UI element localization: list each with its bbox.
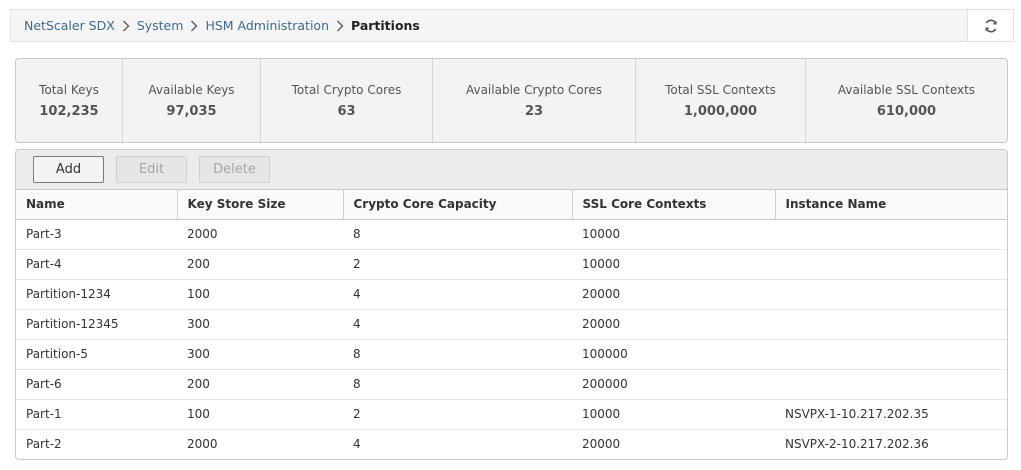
breadcrumb-hsm-administration[interactable]: HSM Administration: [205, 18, 329, 33]
cell-instance-name: [775, 219, 1007, 250]
stat-label: Total Crypto Cores: [291, 82, 402, 97]
cell-name: Part-2: [26, 437, 62, 452]
breadcrumb-current-page: Partitions: [351, 18, 420, 33]
table-header-row: Name Key Store Size Crypto Core Capacity…: [16, 190, 1007, 220]
stat-total-crypto-cores: Total Crypto Cores 63: [261, 59, 433, 142]
breadcrumb-bar: NetScaler SDX System HSM Administration …: [10, 9, 1014, 42]
stat-label: Available SSL Contexts: [837, 82, 976, 97]
partitions-grid: Add Edit Delete Name Key Store Size Cryp…: [15, 149, 1008, 460]
add-button[interactable]: Add: [33, 156, 104, 183]
cell-ssl-core-contexts: 20000: [582, 437, 621, 452]
breadcrumb-netscaler-sdx[interactable]: NetScaler SDX: [24, 18, 115, 33]
cell-name: Part-1: [16, 399, 177, 430]
stat-label: Total SSL Contexts: [665, 82, 776, 97]
stat-total-keys: Total Keys 102,235: [16, 59, 123, 142]
cell-ssl-core-contexts: 20000: [572, 309, 775, 340]
cell-key-store-size: 100: [177, 279, 343, 310]
delete-button[interactable]: Delete: [199, 156, 270, 183]
cell-key-store-size: 100: [177, 399, 343, 430]
edit-button[interactable]: Edit: [116, 156, 187, 183]
cell-crypto-core-capacity: 2: [343, 249, 572, 280]
stat-value: 1,000,000: [683, 103, 758, 119]
chevron-right-icon: [115, 18, 137, 33]
column-header-ssl-core-contexts[interactable]: SSL Core Contexts: [572, 190, 776, 220]
cell-key-store-size: 300: [177, 309, 343, 340]
column-header-instance-name[interactable]: Instance Name: [775, 190, 1007, 220]
cell-instance-name: [775, 279, 1007, 310]
cell-crypto-core-capacity: 8: [343, 369, 572, 400]
cell-ssl-core-contexts: 10000: [572, 219, 775, 250]
table-row[interactable]: Partition-5 300 8 100000: [16, 339, 1007, 370]
table-row[interactable]: Part-3 2000 8 10000: [16, 219, 1007, 250]
cell-key-store-size: 200: [177, 369, 343, 400]
chevron-right-icon: [183, 18, 205, 33]
cell-ssl-core-contexts: 10000: [572, 249, 775, 280]
table-row[interactable]: Partition-1234 100 4 20000: [16, 279, 1007, 310]
cell-ssl-core-contexts: 200000: [572, 369, 775, 400]
breadcrumb: NetScaler SDX System HSM Administration …: [24, 10, 420, 41]
refresh-icon: [984, 19, 997, 32]
stat-value: 23: [524, 103, 544, 119]
cell-instance-name: NSVPX-2-10.217.202.36: [785, 437, 929, 452]
cell-name: Partition-5: [16, 339, 177, 370]
cell-name: Partition-1234: [16, 279, 177, 310]
stat-label: Available Keys: [148, 82, 235, 97]
column-header-key-store-size[interactable]: Key Store Size: [177, 190, 344, 220]
column-header-crypto-core-capacity[interactable]: Crypto Core Capacity: [343, 190, 573, 220]
cell-key-store-size: 300: [177, 339, 343, 370]
stats-panel: Total Keys 102,235 Available Keys 97,035…: [15, 58, 1008, 143]
stat-value: 610,000: [876, 103, 937, 119]
stat-total-ssl-contexts: Total SSL Contexts 1,000,000: [636, 59, 806, 142]
table-row[interactable]: Partition-12345 300 4 20000: [16, 309, 1007, 340]
cell-ssl-core-contexts: 100000: [572, 339, 775, 370]
cell-key-store-size: 200: [177, 249, 343, 280]
cell-name: Part-4: [16, 249, 177, 280]
cell-instance-name: [775, 339, 1007, 370]
cell-ssl-core-contexts: 10000: [572, 399, 775, 430]
refresh-button[interactable]: [967, 10, 1013, 41]
chevron-right-icon: [329, 18, 351, 33]
cell-instance-name: [775, 309, 1007, 340]
stat-available-crypto-cores: Available Crypto Cores 23: [433, 59, 636, 142]
cell-crypto-core-capacity: 4: [353, 437, 361, 452]
grid-toolbar: Add Edit Delete: [16, 150, 1007, 190]
cell-crypto-core-capacity: 2: [343, 399, 572, 430]
stat-value: 102,235: [39, 103, 99, 119]
stat-available-keys: Available Keys 97,035: [123, 59, 261, 142]
cell-instance-name: [775, 369, 1007, 400]
cell-crypto-core-capacity: 4: [343, 309, 572, 340]
cell-instance-name: [775, 249, 1007, 280]
cell-instance-name: NSVPX-1-10.217.202.35: [775, 399, 1007, 430]
stat-available-ssl-contexts: Available SSL Contexts 610,000: [806, 59, 1007, 142]
cell-name: Part-6: [16, 369, 177, 400]
cell-name: Part-3: [16, 219, 177, 250]
cell-key-store-size: 2000: [177, 219, 343, 250]
table-row[interactable]: Part-2 2000 4 20000 NSVPX-2-10.217.202.36: [16, 429, 1007, 459]
table-row[interactable]: Part-6 200 8 200000: [16, 369, 1007, 400]
stat-label: Available Crypto Cores: [465, 82, 603, 97]
stat-value: 63: [337, 103, 356, 119]
table-row[interactable]: Part-1 100 2 10000 NSVPX-1-10.217.202.35: [16, 399, 1007, 430]
table-row[interactable]: Part-4 200 2 10000: [16, 249, 1007, 280]
column-header-name[interactable]: Name: [16, 190, 178, 220]
partitions-table: Name Key Store Size Crypto Core Capacity…: [16, 190, 1007, 459]
stat-value: 97,035: [166, 103, 217, 119]
stat-label: Total Keys: [39, 82, 99, 97]
cell-name: Partition-12345: [16, 309, 177, 340]
cell-crypto-core-capacity: 4: [343, 279, 572, 310]
cell-crypto-core-capacity: 8: [343, 219, 572, 250]
cell-ssl-core-contexts: 20000: [572, 279, 775, 310]
cell-key-store-size: 2000: [187, 437, 218, 452]
breadcrumb-system[interactable]: System: [137, 18, 184, 33]
cell-crypto-core-capacity: 8: [343, 339, 572, 370]
